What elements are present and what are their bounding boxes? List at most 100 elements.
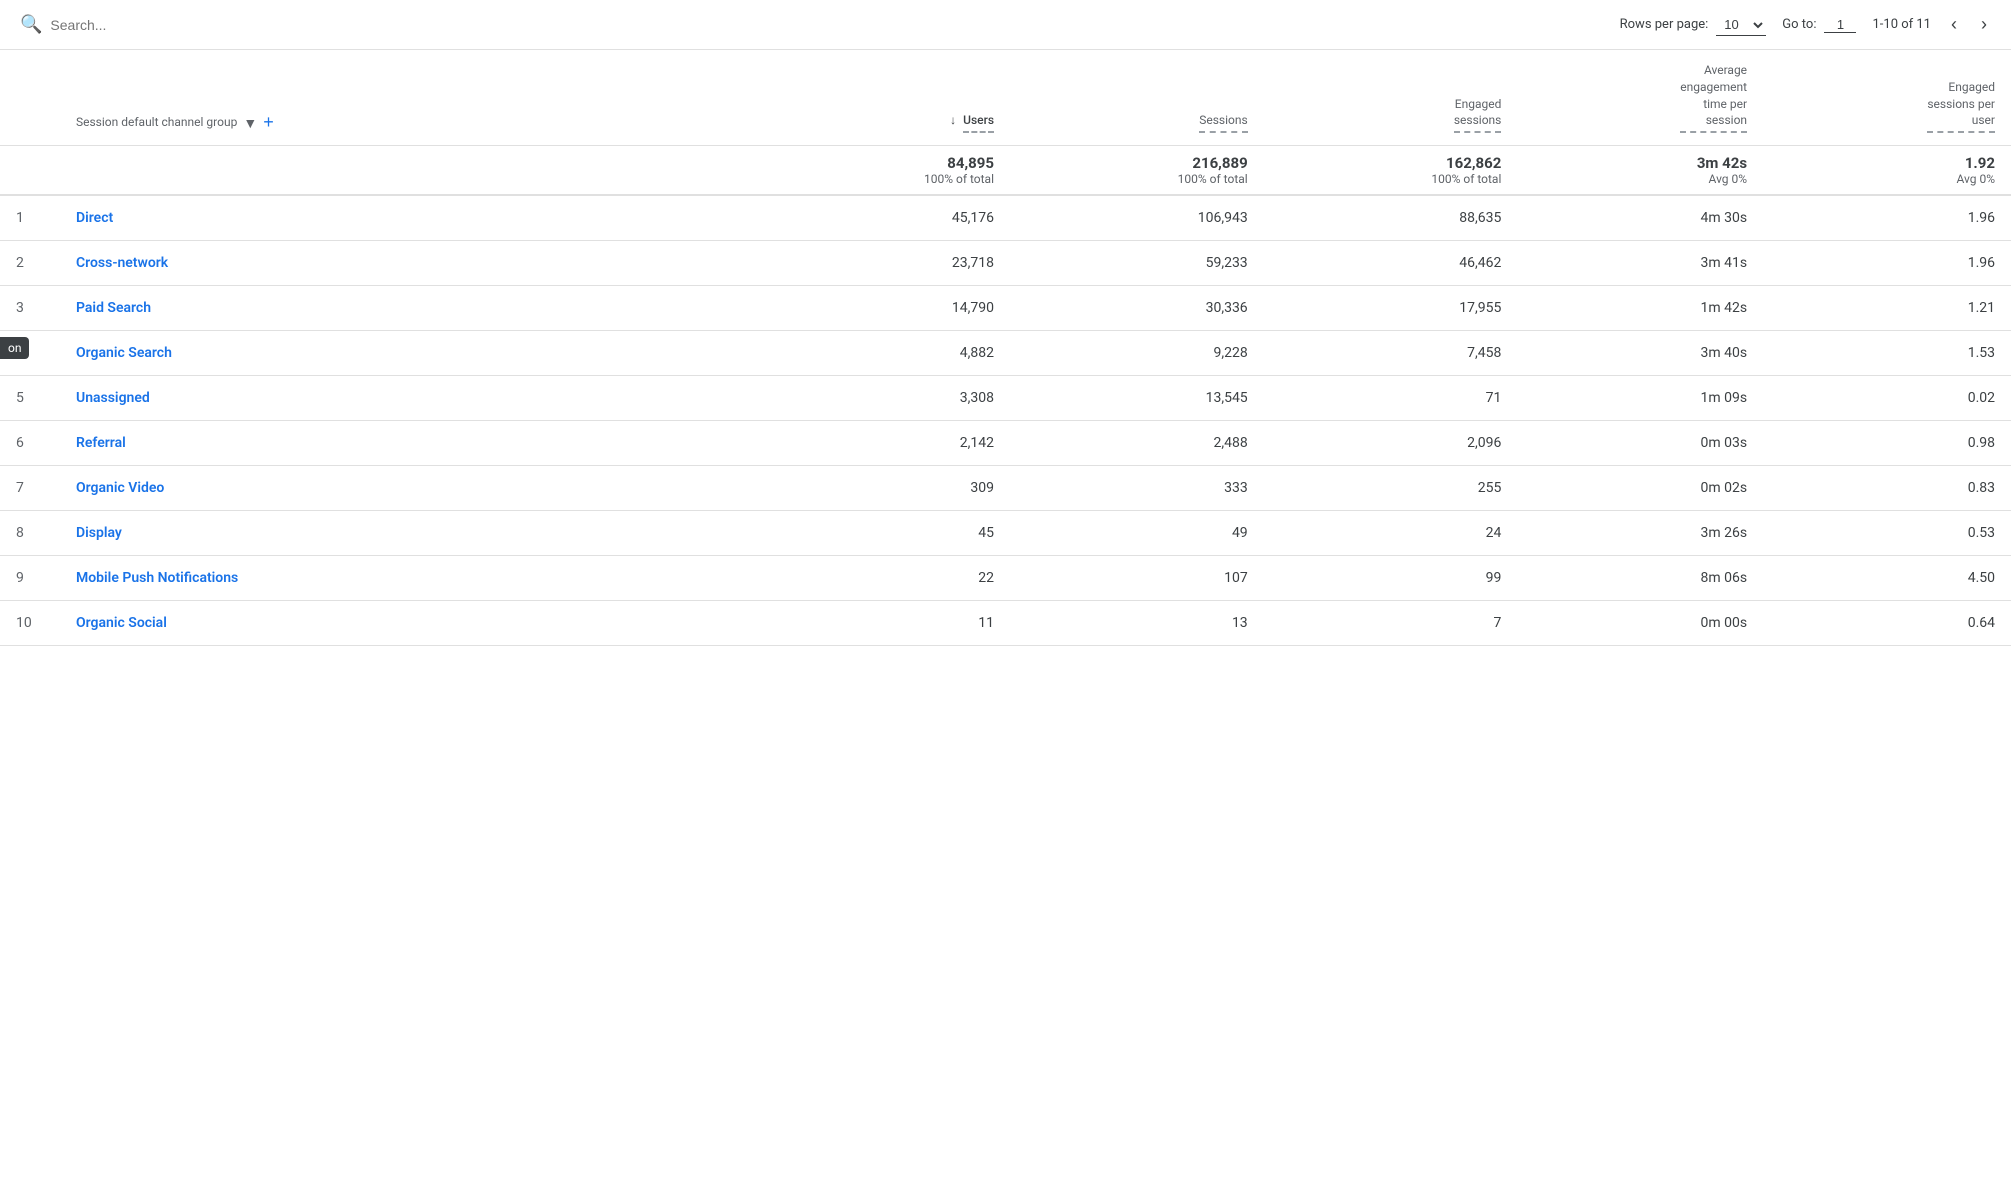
next-page-button[interactable]: › (1977, 10, 1991, 39)
table-row: 9Mobile Push Notifications22107998m 06s4… (0, 556, 2011, 601)
table-row: 7Organic Video3093332550m 02s0.83 (0, 466, 2011, 511)
row-sessions: 13 (1010, 601, 1264, 646)
row-dimension[interactable]: Direct (60, 195, 756, 241)
row-sessions: 106,943 (1010, 195, 1264, 241)
data-table: Session default channel group ▼ + ↓ User… (0, 50, 2011, 646)
totals-sessions-cell: 216,889 100% of total (1010, 146, 1264, 196)
totals-num-cell (0, 146, 60, 196)
add-dimension-button[interactable]: + (263, 112, 274, 133)
rows-per-page: Rows per page: 10 25 50 100 (1620, 14, 1767, 36)
avg-engagement-header-label: Averageengagementtime persession (1680, 62, 1747, 133)
row-dimension[interactable]: Organic Social (60, 601, 756, 646)
search-icon: 🔍 (20, 14, 42, 35)
toolbar: 🔍 Rows per page: 10 25 50 100 Go to: 1-1… (0, 0, 2011, 50)
row-engaged-per-user: 0.53 (1763, 511, 2011, 556)
row-num: 1 (0, 195, 60, 241)
row-engaged-sessions: 99 (1264, 556, 1518, 601)
row-engaged-sessions: 17,955 (1264, 286, 1518, 331)
col-users[interactable]: ↓ Users (756, 50, 1010, 146)
totals-users-value: 84,895 (772, 154, 994, 172)
row-num: 9 (0, 556, 60, 601)
dimension-header-label: Session default channel group (76, 114, 237, 131)
users-header-label: Users (963, 112, 994, 133)
col-dimension[interactable]: Session default channel group ▼ + (60, 50, 756, 146)
row-num: 8 (0, 511, 60, 556)
pagination-controls: Rows per page: 10 25 50 100 Go to: 1-10 … (1620, 10, 1991, 39)
goto-input[interactable] (1824, 17, 1856, 33)
row-avg-engagement: 0m 02s (1517, 466, 1763, 511)
row-engaged-per-user: 0.64 (1763, 601, 2011, 646)
row-engaged-sessions: 88,635 (1264, 195, 1518, 241)
search-container: 🔍 (20, 14, 1608, 35)
row-users: 11 (756, 601, 1010, 646)
row-users: 2,142 (756, 421, 1010, 466)
goto-container: Go to: (1782, 17, 1856, 33)
row-avg-engagement: 3m 41s (1517, 241, 1763, 286)
row-dimension[interactable]: Display (60, 511, 756, 556)
table-row: 8Display4549243m 26s0.53 (0, 511, 2011, 556)
col-engaged-sessions[interactable]: Engagedsessions (1264, 50, 1518, 146)
totals-engaged-sessions-pct: 100% of total (1280, 172, 1502, 186)
totals-users-cell: 84,895 100% of total (756, 146, 1010, 196)
row-engaged-sessions: 255 (1264, 466, 1518, 511)
col-avg-engagement[interactable]: Averageengagementtime persession (1517, 50, 1763, 146)
row-engaged-per-user: 0.98 (1763, 421, 2011, 466)
row-sessions: 30,336 (1010, 286, 1264, 331)
totals-engaged-per-user-cell: 1.92 Avg 0% (1763, 146, 2011, 196)
table-container: Session default channel group ▼ + ↓ User… (0, 50, 2011, 646)
dimension-filter-button[interactable]: ▼ (243, 115, 257, 131)
row-dimension[interactable]: Mobile Push Notifications (60, 556, 756, 601)
totals-avg-engagement-cell: 3m 42s Avg 0% (1517, 146, 1763, 196)
col-engaged-per-user[interactable]: Engagedsessions peruser (1763, 50, 2011, 146)
table-row: 3Paid Search14,79030,33617,9551m 42s1.21 (0, 286, 2011, 331)
row-engaged-sessions: 7 (1264, 601, 1518, 646)
row-dimension[interactable]: Referral (60, 421, 756, 466)
row-engaged-per-user: 1.53 (1763, 331, 2011, 376)
table-wrapper: on Session default channel group ▼ + ↓ U (0, 50, 2011, 646)
totals-row: 84,895 100% of total 216,889 100% of tot… (0, 146, 2011, 196)
row-users: 14,790 (756, 286, 1010, 331)
totals-engaged-sessions-cell: 162,862 100% of total (1264, 146, 1518, 196)
row-avg-engagement: 1m 42s (1517, 286, 1763, 331)
row-avg-engagement: 3m 40s (1517, 331, 1763, 376)
sort-arrow-icon: ↓ (950, 113, 956, 127)
row-avg-engagement: 0m 00s (1517, 601, 1763, 646)
row-users: 23,718 (756, 241, 1010, 286)
row-avg-engagement: 3m 26s (1517, 511, 1763, 556)
row-num: 10 (0, 601, 60, 646)
row-sessions: 333 (1010, 466, 1264, 511)
table-row: 4Organic Search4,8829,2287,4583m 40s1.53 (0, 331, 2011, 376)
row-dimension[interactable]: Unassigned (60, 376, 756, 421)
table-row: 6Referral2,1422,4882,0960m 03s0.98 (0, 421, 2011, 466)
row-sessions: 9,228 (1010, 331, 1264, 376)
row-engaged-per-user: 4.50 (1763, 556, 2011, 601)
row-dimension[interactable]: Organic Video (60, 466, 756, 511)
left-badge: on (0, 337, 29, 359)
col-num (0, 50, 60, 146)
row-sessions: 2,488 (1010, 421, 1264, 466)
rows-per-page-select[interactable]: 10 25 50 100 (1716, 14, 1766, 36)
goto-label: Go to: (1782, 17, 1816, 32)
table-row: 5Unassigned3,30813,545711m 09s0.02 (0, 376, 2011, 421)
row-num: 2 (0, 241, 60, 286)
row-dimension[interactable]: Paid Search (60, 286, 756, 331)
row-num: 6 (0, 421, 60, 466)
row-users: 4,882 (756, 331, 1010, 376)
row-dimension[interactable]: Organic Search (60, 331, 756, 376)
row-sessions: 49 (1010, 511, 1264, 556)
row-engaged-sessions: 71 (1264, 376, 1518, 421)
row-dimension[interactable]: Cross-network (60, 241, 756, 286)
sessions-header-label: Sessions (1199, 112, 1247, 133)
row-avg-engagement: 8m 06s (1517, 556, 1763, 601)
totals-avg-engagement-value: 3m 42s (1533, 154, 1747, 172)
prev-page-button[interactable]: ‹ (1947, 10, 1961, 39)
row-avg-engagement: 4m 30s (1517, 195, 1763, 241)
row-sessions: 13,545 (1010, 376, 1264, 421)
row-engaged-sessions: 7,458 (1264, 331, 1518, 376)
search-input[interactable] (50, 17, 250, 33)
engaged-per-user-header-label: Engagedsessions peruser (1927, 79, 1995, 133)
col-sessions[interactable]: Sessions (1010, 50, 1264, 146)
table-row: 2Cross-network23,71859,23346,4623m 41s1.… (0, 241, 2011, 286)
row-engaged-per-user: 1.96 (1763, 195, 2011, 241)
totals-avg-engagement-pct: Avg 0% (1533, 172, 1747, 186)
